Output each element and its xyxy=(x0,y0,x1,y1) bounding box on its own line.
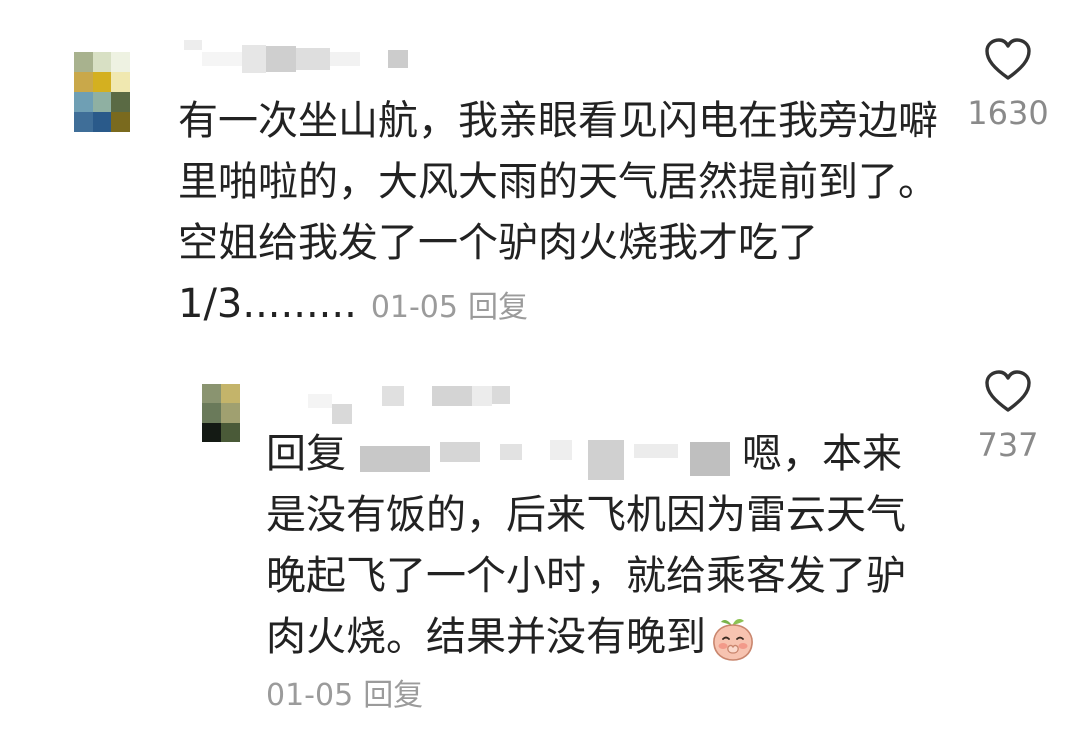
avatar-pixel xyxy=(202,422,221,442)
comment-date: 01-05 xyxy=(370,290,458,325)
reply-line: 肉火烧。结果并没有晚到 xyxy=(266,614,706,660)
avatar-pixel xyxy=(221,384,240,404)
avatar[interactable] xyxy=(74,52,130,132)
avatar-pixel xyxy=(92,112,112,132)
comment-line: 里啪啦的，大风大雨的天气居然提前到了。 xyxy=(178,159,938,205)
comment-line: 有一次坐山航，我亲眼看见闪电在我旁边噼 xyxy=(178,98,938,144)
reply-line: 晚起飞了一个小时，就给乘客发了驴 xyxy=(266,553,906,599)
avatar-pixel xyxy=(74,72,93,92)
avatar-pixel xyxy=(221,403,240,423)
avatar-pixel xyxy=(111,112,130,132)
avatar-pixel xyxy=(111,92,130,112)
heart-outline-icon xyxy=(985,38,1031,80)
avatar-pixel xyxy=(111,52,130,72)
reply-meta: 01-05 回复 xyxy=(266,676,423,716)
reply-line: 是没有饭的，后来飞机因为雷云天气 xyxy=(266,492,906,538)
like-count: 737 xyxy=(977,426,1039,464)
peach-face-emoji xyxy=(713,619,753,661)
like-button[interactable]: 1630 xyxy=(958,38,1058,132)
avatar[interactable] xyxy=(202,384,240,442)
comment-line: 空姐给我发了一个驴肉火烧我才吃了 xyxy=(178,220,818,266)
comment-line: 1/3......... xyxy=(178,281,357,327)
avatar-pixel xyxy=(92,52,112,72)
avatar-pixel xyxy=(202,384,221,404)
mention-blurred[interactable] xyxy=(350,434,738,480)
heart-outline-icon xyxy=(985,370,1031,412)
avatar-pixel xyxy=(74,112,93,132)
username-blurred[interactable] xyxy=(308,378,520,424)
avatar-pixel xyxy=(74,92,93,112)
reply-date: 01-05 xyxy=(266,678,354,713)
comment-text: 有一次坐山航，我亲眼看见闪电在我旁边噼 里啪啦的，大风大雨的天气居然提前到了。 … xyxy=(178,91,938,338)
username-blurred[interactable] xyxy=(184,36,414,82)
reply-line: 嗯，本来 xyxy=(742,431,902,477)
avatar-pixel xyxy=(92,92,112,112)
avatar-pixel xyxy=(92,72,112,92)
avatar-pixel xyxy=(202,403,221,423)
reply-button[interactable]: 回复 xyxy=(468,290,528,325)
avatar-pixel xyxy=(74,52,93,72)
like-count: 1630 xyxy=(967,94,1049,132)
like-button[interactable]: 737 xyxy=(958,370,1058,464)
reply-line-last: 肉火烧。结果并没有晚到 xyxy=(266,607,906,668)
avatar-pixel xyxy=(111,72,130,92)
reply-prefix: 回复 xyxy=(266,431,346,477)
avatar-pixel xyxy=(221,422,240,442)
reply-button[interactable]: 回复 xyxy=(363,678,423,713)
comment-line-last: 1/3......... 01-05 回复 xyxy=(178,274,938,338)
reply-text: 回复 嗯，本来 是没有饭的，后来飞机因为雷云天气 晚起飞了一个小时，就给乘客发了驴… xyxy=(266,424,906,668)
reply-line-first: 回复 嗯，本来 xyxy=(266,424,906,485)
